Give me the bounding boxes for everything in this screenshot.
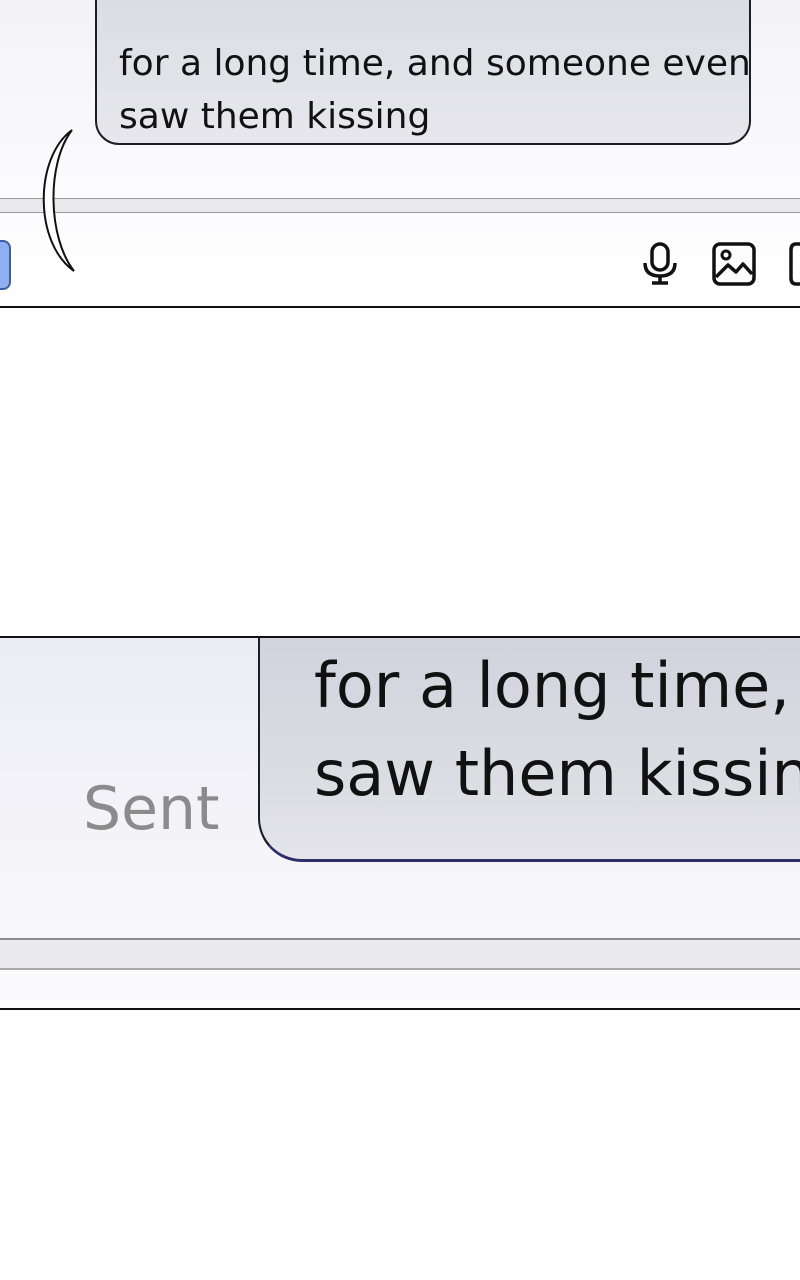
input-bar-edge	[0, 199, 800, 213]
input-field-edge[interactable]	[0, 240, 11, 290]
chat-panel-bottom: Sent for a long time, and someone even s…	[0, 636, 800, 1010]
microphone-icon[interactable]	[640, 242, 680, 286]
swipe-mark	[42, 129, 75, 272]
camera-icon[interactable]	[788, 241, 800, 287]
image-icon[interactable]	[711, 241, 757, 287]
input-bar-edge	[0, 940, 800, 970]
comic-page: for a long time, and someone even saw th…	[0, 0, 800, 1280]
sent-status: Sent	[83, 774, 220, 844]
message-text: for a long time, and someone even saw th…	[119, 0, 751, 143]
message-line-1: for a long time, and someone even	[314, 649, 800, 722]
message-line-1: for a long time, and someone even	[119, 43, 751, 84]
chat-panel-top: for a long time, and someone even saw th…	[0, 0, 800, 308]
message-line-2: saw them kissing	[119, 96, 431, 137]
message-text-large: for a long time, and someone even saw th…	[314, 642, 800, 818]
message-line-2: saw them kissing	[314, 737, 800, 810]
